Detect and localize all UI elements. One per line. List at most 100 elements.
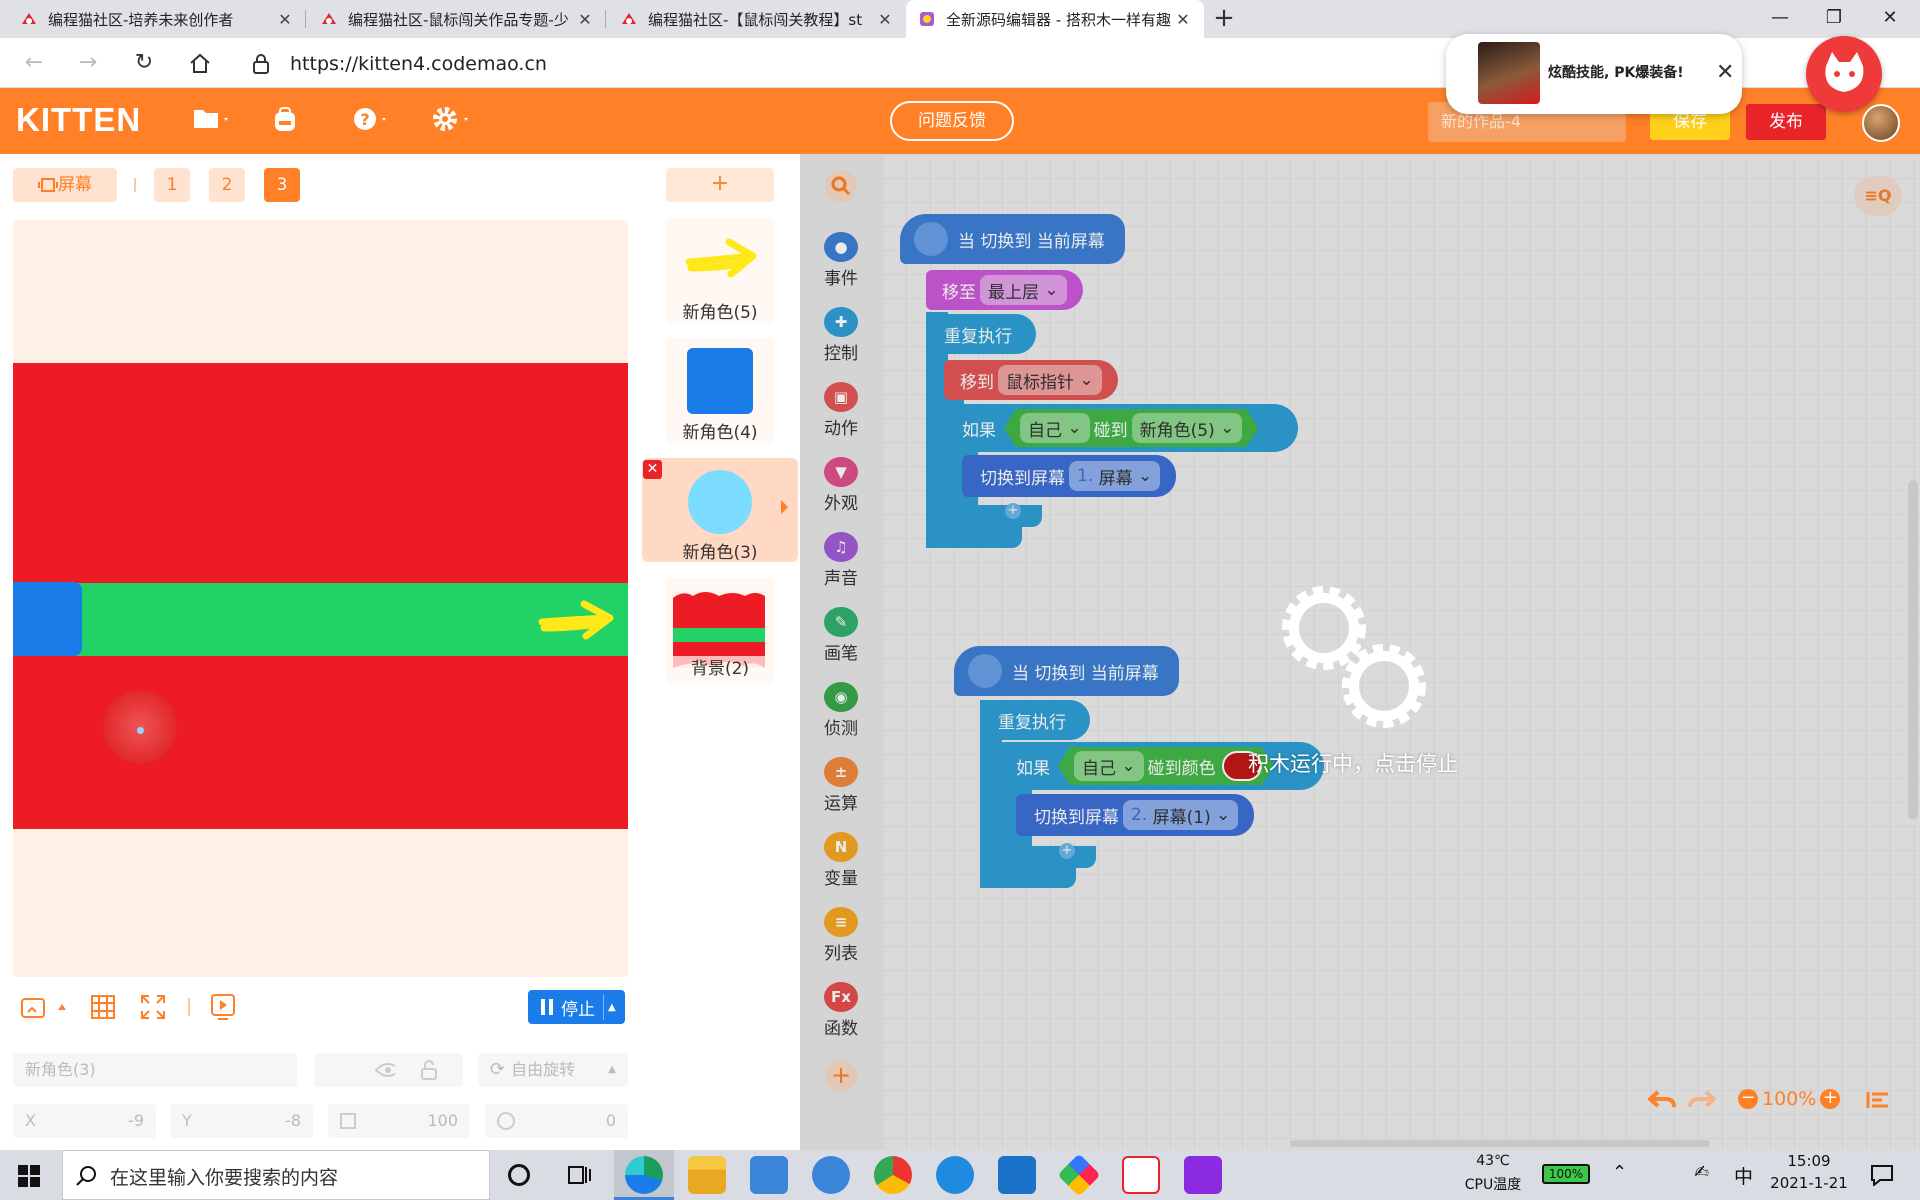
browser-tab[interactable]: 编程猫社区-【鼠标闯关教程】st ✕ [608,0,906,38]
screen-tab-3-active[interactable]: 3 [264,168,300,202]
ad-text[interactable]: 炫酷技能, PK爆装备! [1548,62,1684,82]
tab-close-icon[interactable]: ✕ [276,10,294,29]
folder-menu-icon[interactable] [192,106,232,138]
grid-icon[interactable] [90,994,116,1020]
stage-size-icon[interactable] [20,996,68,1020]
rotation-mode-select[interactable]: ⟳ 自由旋转 ▲ [478,1053,628,1087]
tab-divider [605,10,606,28]
home-icon[interactable] [188,52,212,76]
sprite-name-input[interactable]: 新角色(3) [13,1053,297,1087]
feedback-button[interactable]: 问题反馈 [890,101,1014,141]
sprite-card[interactable]: 新角色(5) [665,218,775,324]
tab-title: 全新源码编辑器 - 搭积木一样有趣 [946,10,1171,29]
stop-button[interactable]: 停止 ▲ [528,990,625,1024]
redo-icon[interactable] [1688,1088,1716,1112]
lock-icon[interactable] [252,53,270,75]
screen-tab-2[interactable]: 2 [209,168,245,202]
windows-start-icon[interactable] [18,1165,40,1187]
workspace-vertical-scrollbar[interactable] [1908,480,1918,820]
tab-close-icon[interactable]: ✕ [1174,10,1192,29]
x-label: X [25,1111,36,1130]
zoom-out-button[interactable]: − [1738,1089,1758,1109]
cat-face-icon [1825,52,1864,92]
codemao-cat-button[interactable] [1806,36,1882,112]
notification-center-icon[interactable] [1870,1164,1894,1186]
window-minimize-button[interactable]: — [1752,0,1808,38]
mouse-pointer-dot [137,727,144,734]
app-l-icon[interactable] [812,1156,850,1194]
size-field[interactable]: 100 [328,1104,470,1138]
zoom-level: 100% [1762,1088,1817,1110]
undo-icon[interactable] [1648,1088,1676,1112]
lock-toggle[interactable] [395,1053,463,1087]
settings-gear-icon[interactable] [432,106,476,140]
x-value: -9 [128,1111,144,1130]
y-label: Y [182,1111,192,1130]
workspace-horizontal-scrollbar[interactable] [1290,1140,1710,1147]
file-explorer-icon[interactable] [688,1156,726,1194]
forward-arrow-icon[interactable]: → [72,48,104,80]
back-arrow-icon[interactable]: ← [18,48,50,80]
sprite-card-selected[interactable]: 新角色(3) [642,458,798,563]
store-icon[interactable] [750,1156,788,1194]
tab-title: 编程猫社区-培养未来创作者 [48,10,234,29]
stop-dropdown-icon[interactable]: ▲ [608,1002,616,1013]
yellow-arrow-sprite[interactable] [538,598,616,642]
codemao-app-icon[interactable] [1122,1156,1160,1194]
running-stop-hint[interactable]: 积木运行中，点击停止 [1248,748,1458,778]
codemao-favicon-icon [22,13,36,24]
cortana-icon[interactable] [508,1164,530,1186]
screen-toggle-button[interactable]: 屏幕 [13,168,117,202]
edge-browser-icon[interactable] [625,1156,663,1194]
chrome-icon[interactable] [874,1156,912,1194]
add-sprite-button[interactable]: + [666,168,774,202]
unlock-icon [421,1060,437,1080]
dragon-game-icon[interactable] [1184,1156,1222,1194]
window-close-button[interactable]: ✕ [1862,0,1918,38]
kitten-logo[interactable]: KITTEN [16,101,141,139]
browser-tab-active[interactable]: 全新源码编辑器 - 搭积木一样有趣 ✕ [906,0,1204,38]
internet-explorer-icon[interactable] [936,1156,974,1194]
codemao-favicon-icon [622,13,636,24]
clock-date[interactable]: 2021-1-21 [1766,1174,1852,1192]
sprite-arrow-icon[interactable] [781,500,788,514]
pen-ink-icon[interactable]: ✍ [1694,1162,1709,1183]
direction-field[interactable]: 0 [485,1104,628,1138]
browser-tab[interactable]: 编程猫社区-鼠标闯关作品专题-少 ✕ [308,0,606,38]
arrange-blocks-icon[interactable] [1866,1090,1890,1110]
delete-sprite-icon[interactable]: ✕ [643,460,662,479]
backpack-icon[interactable] [270,106,300,140]
x-coordinate-field[interactable]: X -9 [13,1104,156,1138]
cpu-temperature: 43℃ [1476,1153,1510,1169]
browser-tab[interactable]: 编程猫社区-培养未来创作者 ✕ [8,0,306,38]
pause-icon [541,999,545,1015]
new-tab-button[interactable]: + [1208,4,1240,34]
ad-character-image[interactable] [1478,42,1540,104]
zoom-in-button[interactable]: + [1820,1089,1841,1109]
clock-time[interactable]: 15:09 [1766,1152,1852,1170]
task-view-icon[interactable] [568,1164,592,1186]
sprite-card[interactable]: 新角色(4) [665,338,775,444]
stage-canvas[interactable] [13,220,628,977]
mail-icon[interactable] [998,1156,1036,1194]
screen-tab-1[interactable]: 1 [154,168,190,202]
tray-chevron-icon[interactable]: ⌃ [1612,1162,1627,1183]
player-mode-icon[interactable] [210,993,236,1021]
tab-close-icon[interactable]: ✕ [876,10,894,29]
url-field[interactable]: https://kitten4.codemao.cn [290,52,547,76]
reload-icon[interactable]: ↻ [128,48,160,80]
battery-indicator[interactable]: 100% [1542,1164,1590,1184]
y-coordinate-field[interactable]: Y -8 [170,1104,313,1138]
ad-close-icon[interactable]: ✕ [1716,60,1734,85]
window-restore-button[interactable]: ❐ [1806,0,1862,38]
fullscreen-icon[interactable] [140,994,166,1020]
blue-square-sprite[interactable] [13,582,82,656]
kitten-favicon-icon [920,12,934,26]
ime-indicator[interactable]: 中 [1734,1162,1753,1189]
tab-close-icon[interactable]: ✕ [576,10,594,29]
svg-text:?: ? [360,110,369,129]
browser-tab-strip: 编程猫社区-培养未来创作者 ✕ 编程猫社区-鼠标闯关作品专题-少 ✕ 编程猫社区… [0,0,1920,38]
help-menu-icon[interactable]: ? [352,106,394,140]
background-card[interactable]: 背景(2) [665,578,775,684]
yellow-arrow-thumbnail [685,238,757,278]
